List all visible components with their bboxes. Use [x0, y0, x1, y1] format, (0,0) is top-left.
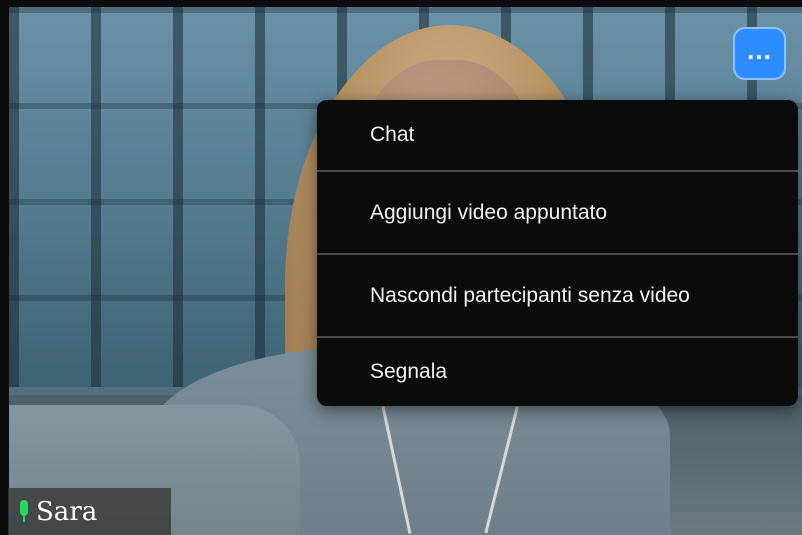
menu-item-label: Chat — [370, 123, 415, 146]
menu-item-label: Segnala — [370, 360, 448, 383]
menu-item-report[interactable]: Segnala — [317, 338, 798, 406]
frame-border — [0, 0, 9, 535]
menu-item-label: Aggiungi video appuntato — [370, 200, 608, 224]
participant-name-tag: Sara — [8, 488, 171, 535]
menu-item-pin-video[interactable]: Aggiungi video appuntato — [317, 172, 798, 255]
more-dots-icon: ... — [747, 34, 772, 65]
participant-name: Sara — [36, 496, 98, 527]
more-options-menu: Chat Aggiungi video appuntato Nascondi p… — [317, 100, 798, 406]
menu-item-hide-non-video[interactable]: Nascondi partecipanti senza video — [317, 255, 798, 338]
mic-icon — [18, 499, 30, 524]
frame-border — [0, 0, 802, 7]
menu-item-chat[interactable]: Chat — [317, 100, 798, 172]
more-options-button[interactable]: ... — [733, 27, 786, 80]
menu-item-label: Nascondi partecipanti senza video — [370, 283, 690, 307]
